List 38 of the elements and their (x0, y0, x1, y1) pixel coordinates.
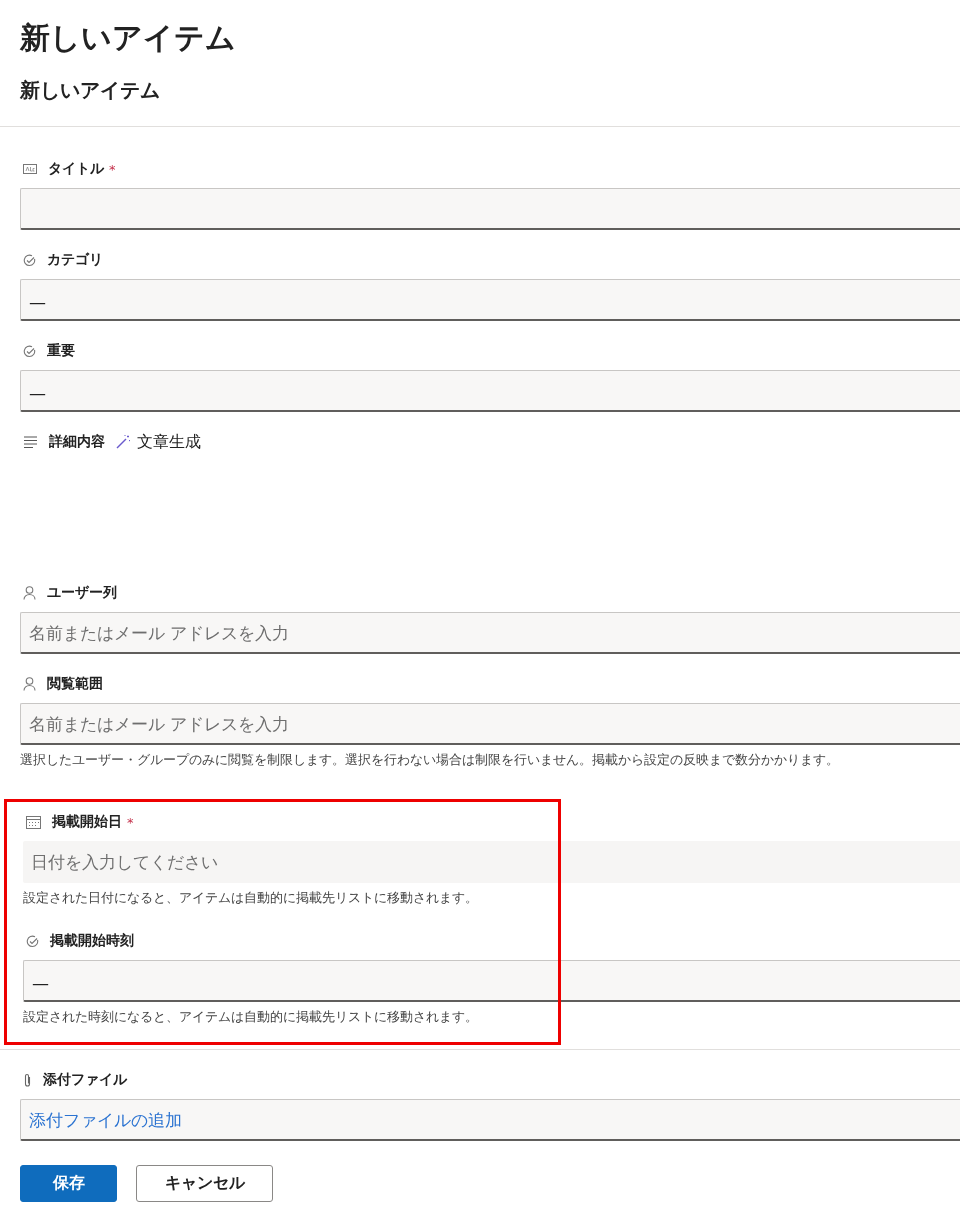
form-title: 新しいアイテム (20, 77, 161, 104)
generate-text-button[interactable]: 文章生成 (115, 431, 201, 453)
field-label: 重要 (47, 342, 75, 360)
field-label: 掲載開始日 (52, 813, 122, 831)
paperclip-icon (23, 1072, 32, 1088)
cancel-button[interactable]: キャンセル (136, 1165, 273, 1202)
help-text: 設定された時刻になると、アイテムは自動的に掲載先リストに移動されます。 (23, 1009, 479, 1026)
add-attachment-link[interactable]: 添付ファイルの追加 (29, 1110, 182, 1130)
magic-wand-icon (115, 434, 131, 450)
people-field[interactable]: 名前またはメール アドレスを入力 (20, 612, 960, 654)
text-lines-icon (23, 434, 38, 450)
field-label: 詳細内容 (49, 433, 105, 451)
text-field[interactable] (20, 188, 960, 230)
person-icon (23, 586, 36, 600)
choice-field[interactable]: — (23, 960, 960, 1002)
field-label: タイトル (48, 160, 104, 178)
help-text: 選択したユーザー・グループのみに閲覧を制限します。選択を行わない場合は制限を行いません。掲載から設定の反映まで数分かかります。 (20, 752, 840, 769)
check-circle-icon (23, 253, 36, 267)
help-text: 設定された日付になると、アイテムは自動的に掲載先リストに移動されます。 (23, 890, 479, 907)
check-circle-icon (26, 934, 39, 948)
field-label: ユーザー列 (47, 584, 117, 602)
field-label: カテゴリ (47, 251, 103, 269)
field-label: 閲覧範囲 (47, 675, 103, 693)
field-label: 添付ファイル (43, 1071, 127, 1089)
required-mark: * (127, 814, 134, 830)
choice-field[interactable]: — (20, 279, 960, 321)
required-mark: * (109, 161, 116, 177)
choice-field[interactable]: — (20, 370, 960, 412)
save-button[interactable]: 保存 (20, 1165, 117, 1202)
person-icon (23, 677, 36, 691)
calendar-icon (26, 815, 41, 829)
text-field-icon (23, 163, 37, 175)
people-field[interactable]: 名前またはメール アドレスを入力 (20, 703, 960, 745)
field-label: 掲載開始時刻 (50, 932, 134, 950)
page-title: 新しいアイテム (20, 19, 237, 57)
date-field[interactable]: 日付を入力してください (23, 841, 960, 883)
check-circle-icon (23, 344, 36, 358)
attachment-field[interactable]: 添付ファイルの追加 (20, 1099, 960, 1141)
